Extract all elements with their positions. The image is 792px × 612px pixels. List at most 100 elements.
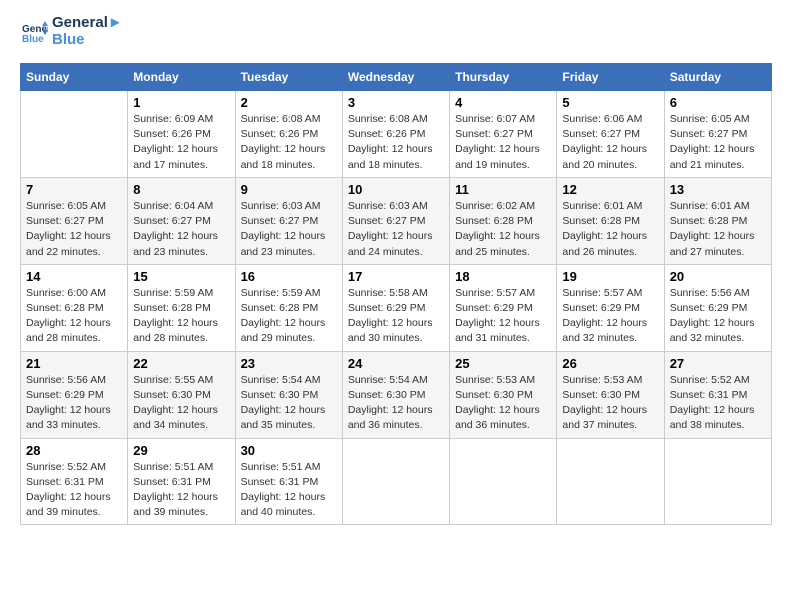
calendar-cell: 22 Sunrise: 5:55 AMSunset: 6:30 PMDayligh…: [128, 351, 235, 438]
day-info: Sunrise: 6:04 AMSunset: 6:27 PMDaylight:…: [133, 199, 229, 260]
day-info: Sunrise: 5:51 AMSunset: 6:31 PMDaylight:…: [241, 460, 337, 521]
week-row-4: 21 Sunrise: 5:56 AMSunset: 6:29 PMDayligh…: [21, 351, 772, 438]
day-number: 15: [133, 269, 229, 284]
day-info: Sunrise: 5:51 AMSunset: 6:31 PMDaylight:…: [133, 460, 229, 521]
day-number: 26: [562, 356, 658, 371]
day-number: 16: [241, 269, 337, 284]
day-info: Sunrise: 6:07 AMSunset: 6:27 PMDaylight:…: [455, 112, 551, 173]
column-header-sunday: Sunday: [21, 64, 128, 91]
calendar-cell: 30 Sunrise: 5:51 AMSunset: 6:31 PMDayligh…: [235, 438, 342, 525]
calendar-cell: 15 Sunrise: 5:59 AMSunset: 6:28 PMDayligh…: [128, 264, 235, 351]
column-header-tuesday: Tuesday: [235, 64, 342, 91]
calendar-cell: 12 Sunrise: 6:01 AMSunset: 6:28 PMDayligh…: [557, 177, 664, 264]
week-row-3: 14 Sunrise: 6:00 AMSunset: 6:28 PMDayligh…: [21, 264, 772, 351]
calendar-cell: 23Sunrise: 5:54 AMSunset: 6:30 PMDayligh…: [235, 351, 342, 438]
day-info: Sunrise: 6:05 AMSunset: 6:27 PMDaylight:…: [670, 112, 766, 173]
calendar-cell: 6 Sunrise: 6:05 AMSunset: 6:27 PMDaylight…: [664, 91, 771, 178]
calendar-cell: 17 Sunrise: 5:58 AMSunset: 6:29 PMDayligh…: [342, 264, 449, 351]
day-number: 29: [133, 443, 229, 458]
week-row-5: 28Sunrise: 5:52 AMSunset: 6:31 PMDayligh…: [21, 438, 772, 525]
column-header-thursday: Thursday: [450, 64, 557, 91]
day-info: Sunrise: 6:06 AMSunset: 6:27 PMDaylight:…: [562, 112, 658, 173]
day-info: Sunrise: 6:09 AMSunset: 6:26 PMDaylight:…: [133, 112, 229, 173]
day-info: Sunrise: 5:56 AMSunset: 6:29 PMDaylight:…: [670, 286, 766, 347]
column-header-saturday: Saturday: [664, 64, 771, 91]
calendar-table: SundayMondayTuesdayWednesdayThursdayFrid…: [20, 63, 772, 525]
calendar-cell: 3Sunrise: 6:08 AMSunset: 6:26 PMDaylight…: [342, 91, 449, 178]
page-container: General Blue General► Blue SundayMondayT…: [0, 0, 792, 540]
logo: General Blue General► Blue: [20, 15, 123, 48]
day-number: 24: [348, 356, 444, 371]
day-info: Sunrise: 6:00 AMSunset: 6:28 PMDaylight:…: [26, 286, 122, 347]
day-number: 11: [455, 182, 551, 197]
day-info: Sunrise: 5:52 AMSunset: 6:31 PMDaylight:…: [26, 460, 122, 521]
day-info: Sunrise: 5:59 AMSunset: 6:28 PMDaylight:…: [133, 286, 229, 347]
day-info: Sunrise: 6:01 AMSunset: 6:28 PMDaylight:…: [670, 199, 766, 260]
day-number: 30: [241, 443, 337, 458]
calendar-cell: 10Sunrise: 6:03 AMSunset: 6:27 PMDayligh…: [342, 177, 449, 264]
day-number: 2: [241, 95, 337, 110]
calendar-cell: 1 Sunrise: 6:09 AMSunset: 6:26 PMDaylight…: [128, 91, 235, 178]
day-number: 17: [348, 269, 444, 284]
day-number: 22: [133, 356, 229, 371]
day-number: 18: [455, 269, 551, 284]
calendar-cell: 19Sunrise: 5:57 AMSunset: 6:29 PMDayligh…: [557, 264, 664, 351]
day-info: Sunrise: 5:58 AMSunset: 6:29 PMDaylight:…: [348, 286, 444, 347]
day-info: Sunrise: 5:53 AMSunset: 6:30 PMDaylight:…: [455, 373, 551, 434]
day-number: 13: [670, 182, 766, 197]
day-info: Sunrise: 6:03 AMSunset: 6:27 PMDaylight:…: [241, 199, 337, 260]
calendar-cell: [450, 438, 557, 525]
day-info: Sunrise: 5:52 AMSunset: 6:31 PMDaylight:…: [670, 373, 766, 434]
day-info: Sunrise: 5:54 AMSunset: 6:30 PMDaylight:…: [348, 373, 444, 434]
day-info: Sunrise: 5:59 AMSunset: 6:28 PMDaylight:…: [241, 286, 337, 347]
column-header-friday: Friday: [557, 64, 664, 91]
calendar-header: SundayMondayTuesdayWednesdayThursdayFrid…: [21, 64, 772, 91]
day-info: Sunrise: 5:55 AMSunset: 6:30 PMDaylight:…: [133, 373, 229, 434]
calendar-cell: 7 Sunrise: 6:05 AMSunset: 6:27 PMDaylight…: [21, 177, 128, 264]
day-number: 4: [455, 95, 551, 110]
day-number: 6: [670, 95, 766, 110]
calendar-cell: 25 Sunrise: 5:53 AMSunset: 6:30 PMDayligh…: [450, 351, 557, 438]
top-row: General Blue General► Blue: [20, 15, 772, 53]
day-number: 9: [241, 182, 337, 197]
calendar-cell: 28Sunrise: 5:52 AMSunset: 6:31 PMDayligh…: [21, 438, 128, 525]
calendar-cell: 2 Sunrise: 6:08 AMSunset: 6:26 PMDaylight…: [235, 91, 342, 178]
svg-text:Blue: Blue: [22, 34, 44, 45]
logo-text: General► Blue: [52, 15, 123, 48]
logo-icon: General Blue: [20, 18, 48, 46]
calendar-cell: [664, 438, 771, 525]
header-row: SundayMondayTuesdayWednesdayThursdayFrid…: [21, 64, 772, 91]
calendar-cell: 8 Sunrise: 6:04 AMSunset: 6:27 PMDaylight…: [128, 177, 235, 264]
day-info: Sunrise: 6:01 AMSunset: 6:28 PMDaylight:…: [562, 199, 658, 260]
day-info: Sunrise: 5:57 AMSunset: 6:29 PMDaylight:…: [562, 286, 658, 347]
column-header-monday: Monday: [128, 64, 235, 91]
day-number: 25: [455, 356, 551, 371]
day-info: Sunrise: 6:05 AMSunset: 6:27 PMDaylight:…: [26, 199, 122, 260]
day-number: 10: [348, 182, 444, 197]
calendar-cell: [557, 438, 664, 525]
column-header-wednesday: Wednesday: [342, 64, 449, 91]
day-info: Sunrise: 5:56 AMSunset: 6:29 PMDaylight:…: [26, 373, 122, 434]
day-info: Sunrise: 6:08 AMSunset: 6:26 PMDaylight:…: [348, 112, 444, 173]
calendar-cell: 26 Sunrise: 5:53 AMSunset: 6:30 PMDayligh…: [557, 351, 664, 438]
week-row-1: 1 Sunrise: 6:09 AMSunset: 6:26 PMDaylight…: [21, 91, 772, 178]
day-number: 7: [26, 182, 122, 197]
calendar-cell: 14 Sunrise: 6:00 AMSunset: 6:28 PMDayligh…: [21, 264, 128, 351]
day-number: 8: [133, 182, 229, 197]
calendar-cell: 13 Sunrise: 6:01 AMSunset: 6:28 PMDayligh…: [664, 177, 771, 264]
calendar-cell: 9 Sunrise: 6:03 AMSunset: 6:27 PMDaylight…: [235, 177, 342, 264]
calendar-cell: 5 Sunrise: 6:06 AMSunset: 6:27 PMDaylight…: [557, 91, 664, 178]
day-number: 12: [562, 182, 658, 197]
calendar-cell: 16 Sunrise: 5:59 AMSunset: 6:28 PMDayligh…: [235, 264, 342, 351]
calendar-cell: 24 Sunrise: 5:54 AMSunset: 6:30 PMDayligh…: [342, 351, 449, 438]
day-number: 14: [26, 269, 122, 284]
day-info: Sunrise: 6:08 AMSunset: 6:26 PMDaylight:…: [241, 112, 337, 173]
calendar-cell: 18Sunrise: 5:57 AMSunset: 6:29 PMDayligh…: [450, 264, 557, 351]
day-info: Sunrise: 5:53 AMSunset: 6:30 PMDaylight:…: [562, 373, 658, 434]
day-number: 23: [241, 356, 337, 371]
day-number: 21: [26, 356, 122, 371]
day-number: 5: [562, 95, 658, 110]
day-info: Sunrise: 6:02 AMSunset: 6:28 PMDaylight:…: [455, 199, 551, 260]
week-row-2: 7 Sunrise: 6:05 AMSunset: 6:27 PMDaylight…: [21, 177, 772, 264]
day-number: 1: [133, 95, 229, 110]
